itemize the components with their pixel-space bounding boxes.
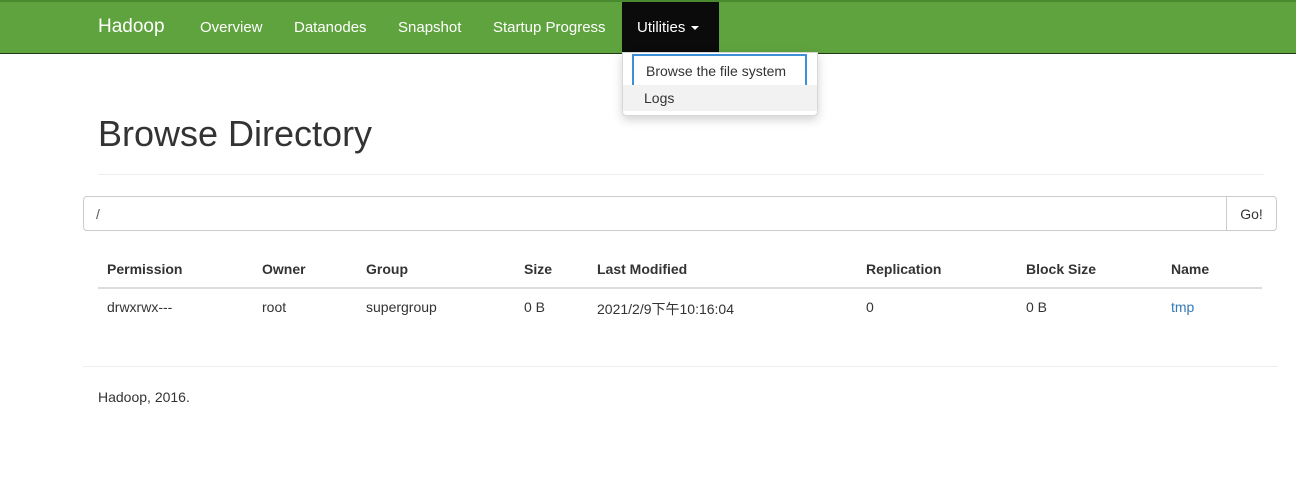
column-header-name[interactable]: Name <box>1171 261 1209 277</box>
cell-last-modified: 2021/2/9下午10:16:04 <box>597 301 734 317</box>
nav-item-overview[interactable]: Overview <box>185 2 278 53</box>
cell-owner: root <box>262 299 287 315</box>
dropdown-item-logs[interactable]: Logs <box>623 85 817 111</box>
cell-block-size: 0 B <box>1026 299 1048 315</box>
utilities-dropdown-menu: Browse the file system Logs <box>622 52 818 116</box>
caret-down-icon <box>691 26 700 31</box>
column-header-size[interactable]: Size <box>524 261 552 277</box>
nav-item-snapshot[interactable]: Snapshot <box>383 2 476 53</box>
column-header-group[interactable]: Group <box>366 261 408 277</box>
cell-name-link[interactable]: tmp <box>1171 299 1194 315</box>
title-divider <box>98 174 1264 175</box>
nav-item-startup-progress[interactable]: Startup Progress <box>478 2 621 53</box>
go-button[interactable]: Go! <box>1226 196 1277 231</box>
brand-logo-text[interactable]: Hadoop <box>98 16 165 38</box>
column-header-permission[interactable]: Permission <box>107 261 182 277</box>
footer-divider <box>83 366 1278 367</box>
cell-replication: 0 <box>866 299 874 315</box>
dropdown-item-browse-file-system[interactable]: Browse the file system <box>632 54 807 88</box>
column-header-owner[interactable]: Owner <box>262 261 306 277</box>
footer-text: Hadoop, 2016. <box>98 389 190 405</box>
nav-item-utilities-label: Utilities <box>637 19 686 36</box>
nav-item-utilities[interactable]: Utilities <box>622 2 719 53</box>
column-header-block-size[interactable]: Block Size <box>1026 261 1096 277</box>
column-header-last-modified[interactable]: Last Modified <box>597 261 687 277</box>
directory-path-input[interactable] <box>83 196 1227 231</box>
table-header-rule <box>98 287 1262 289</box>
cell-permission: drwxrwx--- <box>107 299 173 315</box>
column-header-replication[interactable]: Replication <box>866 261 941 277</box>
page-title: Browse Directory <box>98 113 373 154</box>
cell-size: 0 B <box>524 299 546 315</box>
top-navbar: Hadoop Overview Datanodes Snapshot Start… <box>0 0 1296 54</box>
nav-item-datanodes[interactable]: Datanodes <box>279 2 382 53</box>
cell-group: supergroup <box>366 299 437 315</box>
